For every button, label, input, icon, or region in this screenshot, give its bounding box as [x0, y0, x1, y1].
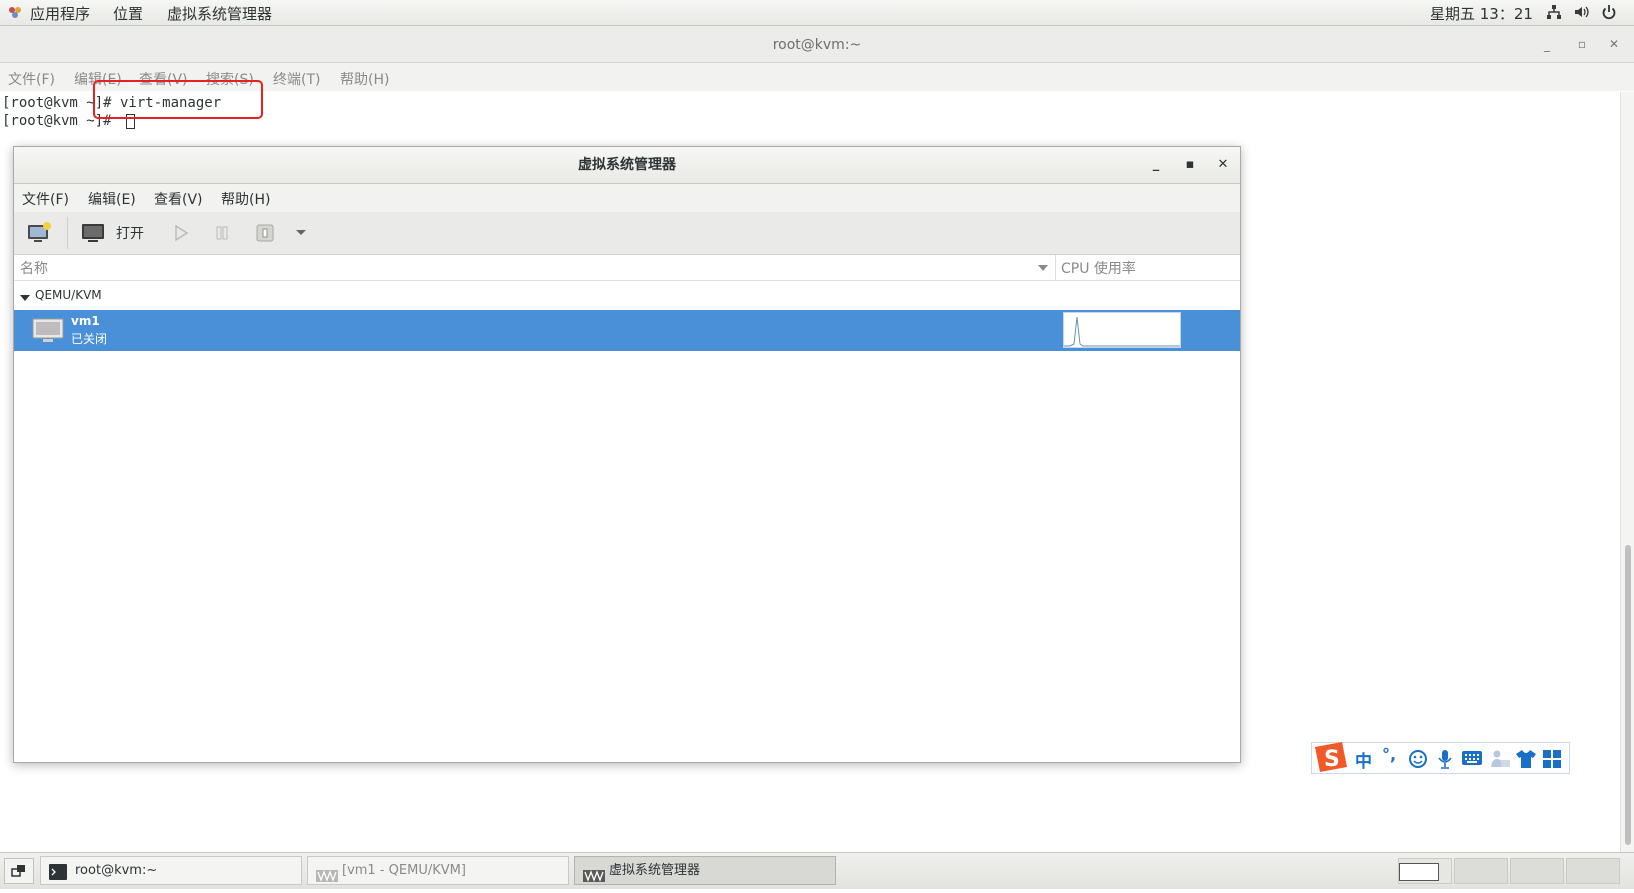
svg-text:S: S — [1324, 747, 1340, 772]
virt-manager-title: 虚拟系统管理器 — [578, 157, 676, 173]
vm-list-row[interactable]: vm1 已关闭 — [14, 310, 1240, 351]
skin-shirt-icon[interactable] — [1515, 749, 1537, 773]
vm-close-button[interactable]: ✕ — [1214, 156, 1232, 174]
power-icon[interactable] — [1601, 4, 1617, 24]
applications-menu[interactable]: 应用程序 — [30, 3, 90, 24]
column-cpu[interactable]: CPU 使用率 — [1061, 258, 1136, 278]
top-panel: 应用程序 位置 虚拟系统管理器 星期五 13：21 — [0, 0, 1634, 26]
toolbar-separator — [67, 217, 68, 249]
open-button-label: 打开 — [116, 226, 144, 242]
cpu-usage-graph — [1063, 312, 1181, 348]
vm-list-header: 名称 CPU 使用率 — [14, 255, 1240, 281]
expander-icon[interactable] — [20, 291, 30, 307]
virt-manager-icon — [316, 865, 338, 893]
column-name[interactable]: 名称 — [20, 258, 48, 278]
clock[interactable]: 星期五 13：21 — [1430, 3, 1533, 24]
workspace-1[interactable] — [1398, 858, 1452, 884]
workspace-2[interactable] — [1454, 858, 1508, 884]
virt-manager-titlebar[interactable]: 虚拟系统管理器 _ ▪ ✕ — [14, 147, 1240, 184]
new-vm-button[interactable] — [26, 221, 52, 249]
column-dropdown-icon[interactable] — [1037, 262, 1049, 278]
toolbox-grid-icon[interactable] — [1542, 749, 1562, 773]
shutdown-icon[interactable] — [255, 223, 275, 247]
workspace-4[interactable] — [1566, 858, 1620, 884]
taskbar-item-vm-console[interactable]: [vm1 - QEMU/KVM] — [307, 856, 569, 885]
monitor-icon — [81, 221, 105, 249]
terminal-menu-terminal[interactable]: 终端(T) — [273, 69, 320, 89]
taskbar-item-label: [vm1 - QEMU/KVM] — [342, 863, 466, 878]
emoji-icon[interactable] — [1408, 749, 1428, 773]
column-divider — [1055, 255, 1056, 280]
ime-punctuation[interactable]: °, — [1382, 745, 1396, 764]
terminal-titlebar[interactable]: root@kvm:~ _ ▫ ✕ — [0, 26, 1634, 63]
taskbar-item-terminal[interactable]: root@kvm:~ — [40, 856, 302, 885]
connection-row[interactable]: QEMU/KVM — [14, 281, 1240, 311]
keyboard-icon[interactable] — [1461, 750, 1483, 770]
network-icon[interactable] — [1546, 4, 1562, 24]
volume-icon[interactable] — [1573, 4, 1589, 24]
show-desktop-button[interactable] — [4, 858, 34, 884]
vm-minimize-button[interactable]: _ — [1147, 156, 1165, 174]
open-button[interactable]: 打开 — [81, 221, 161, 245]
ime-mode[interactable]: 中 — [1355, 747, 1372, 772]
microphone-icon[interactable] — [1436, 748, 1454, 774]
run-icon[interactable] — [172, 224, 190, 246]
workspace-3[interactable] — [1510, 858, 1564, 884]
vm-menu-view[interactable]: 查看(V) — [154, 189, 203, 209]
shutdown-dropdown-icon[interactable] — [294, 225, 308, 243]
virt-manager-menubar: 文件(F) 编辑(E) 查看(V) 帮助(H) — [14, 184, 1240, 212]
terminal-menu-file[interactable]: 文件(F) — [8, 69, 55, 89]
vm-menu-edit[interactable]: 编辑(E) — [88, 189, 136, 209]
taskbar-item-label: root@kvm:~ — [75, 863, 158, 878]
active-app-menu[interactable]: 虚拟系统管理器 — [167, 3, 272, 24]
virt-manager-icon — [583, 865, 605, 893]
vm-name: vm1 — [71, 314, 100, 328]
virt-manager-toolbar: 打开 — [14, 212, 1240, 255]
vm-menu-help[interactable]: 帮助(H) — [221, 189, 270, 209]
annotation-highlight-box — [93, 80, 263, 119]
places-menu[interactable]: 位置 — [113, 3, 143, 24]
terminal-scrollbar-thumb[interactable] — [1625, 545, 1631, 845]
terminal-menu-help[interactable]: 帮助(H) — [340, 69, 389, 89]
terminal-title: root@kvm:~ — [772, 37, 862, 53]
connection-label: QEMU/KVM — [35, 288, 102, 302]
sogou-logo-icon[interactable]: S — [1312, 739, 1350, 779]
vm-menu-file[interactable]: 文件(F) — [22, 189, 69, 209]
pause-icon[interactable] — [213, 224, 231, 246]
taskbar: root@kvm:~ [vm1 - QEMU/KVM] 虚拟系统管理器 — [0, 852, 1634, 889]
terminal-minimize-button[interactable]: _ — [1538, 36, 1556, 54]
taskbar-item-label: 虚拟系统管理器 — [609, 863, 701, 878]
terminal-close-button[interactable]: ✕ — [1605, 35, 1623, 53]
applications-icon — [7, 4, 23, 24]
user-icon[interactable] — [1489, 748, 1511, 774]
terminal-maximize-button[interactable]: ▫ — [1573, 35, 1591, 53]
vm-status: 已关闭 — [71, 332, 108, 346]
vm-monitor-icon — [32, 317, 64, 349]
terminal-icon — [49, 863, 67, 891]
taskbar-item-virt-manager[interactable]: 虚拟系统管理器 — [574, 856, 836, 885]
virt-manager-window: 虚拟系统管理器 _ ▪ ✕ 文件(F) 编辑(E) 查看(V) 帮助(H) 打开 — [13, 146, 1241, 763]
vm-maximize-button[interactable]: ▪ — [1181, 156, 1199, 174]
ime-toolbar: S 中 °, — [1311, 742, 1570, 774]
